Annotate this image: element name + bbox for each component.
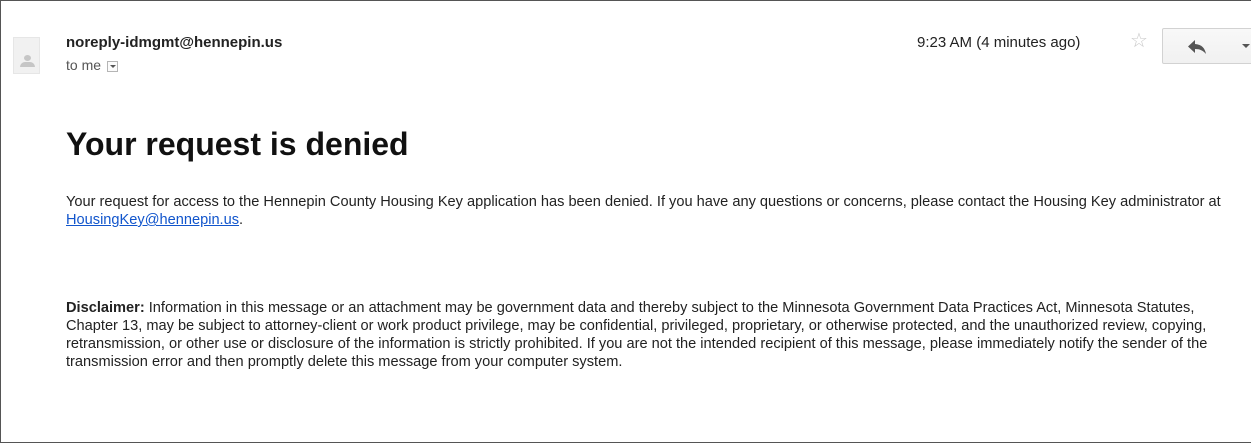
disclaimer-label: Disclaimer:: [66, 300, 145, 316]
recipient-line: to me: [66, 57, 119, 73]
avatar-head: [24, 55, 31, 61]
disclaimer-text: Information in this message or an attach…: [66, 300, 1208, 370]
sender-address[interactable]: noreply-idmgmt@hennepin.us: [66, 34, 282, 51]
email-body-paragraph: Your request for access to the Hennepin …: [66, 193, 1226, 229]
details-dropdown-icon[interactable]: [107, 60, 119, 72]
body-text: Your request for access to the Hennepin …: [66, 194, 1221, 210]
body-end-period: .: [239, 212, 244, 228]
email-subject: Your request is denied: [66, 126, 409, 162]
disclaimer-paragraph: Disclaimer: Information in this message …: [66, 299, 1226, 371]
reply-button[interactable]: [1162, 28, 1233, 64]
reply-arrow-icon: [1188, 40, 1206, 54]
default-avatar-icon[interactable]: [13, 37, 40, 74]
message-timestamp: 9:23 AM (4 minutes ago): [917, 34, 1081, 51]
contact-email-link[interactable]: HousingKey@hennepin.us: [66, 212, 239, 228]
recipient-label: to me: [66, 57, 102, 73]
chevron-down-icon[interactable]: [1232, 28, 1251, 64]
avatar-body: [20, 62, 35, 67]
star-outline-icon[interactable]: ☆: [1130, 31, 1148, 51]
